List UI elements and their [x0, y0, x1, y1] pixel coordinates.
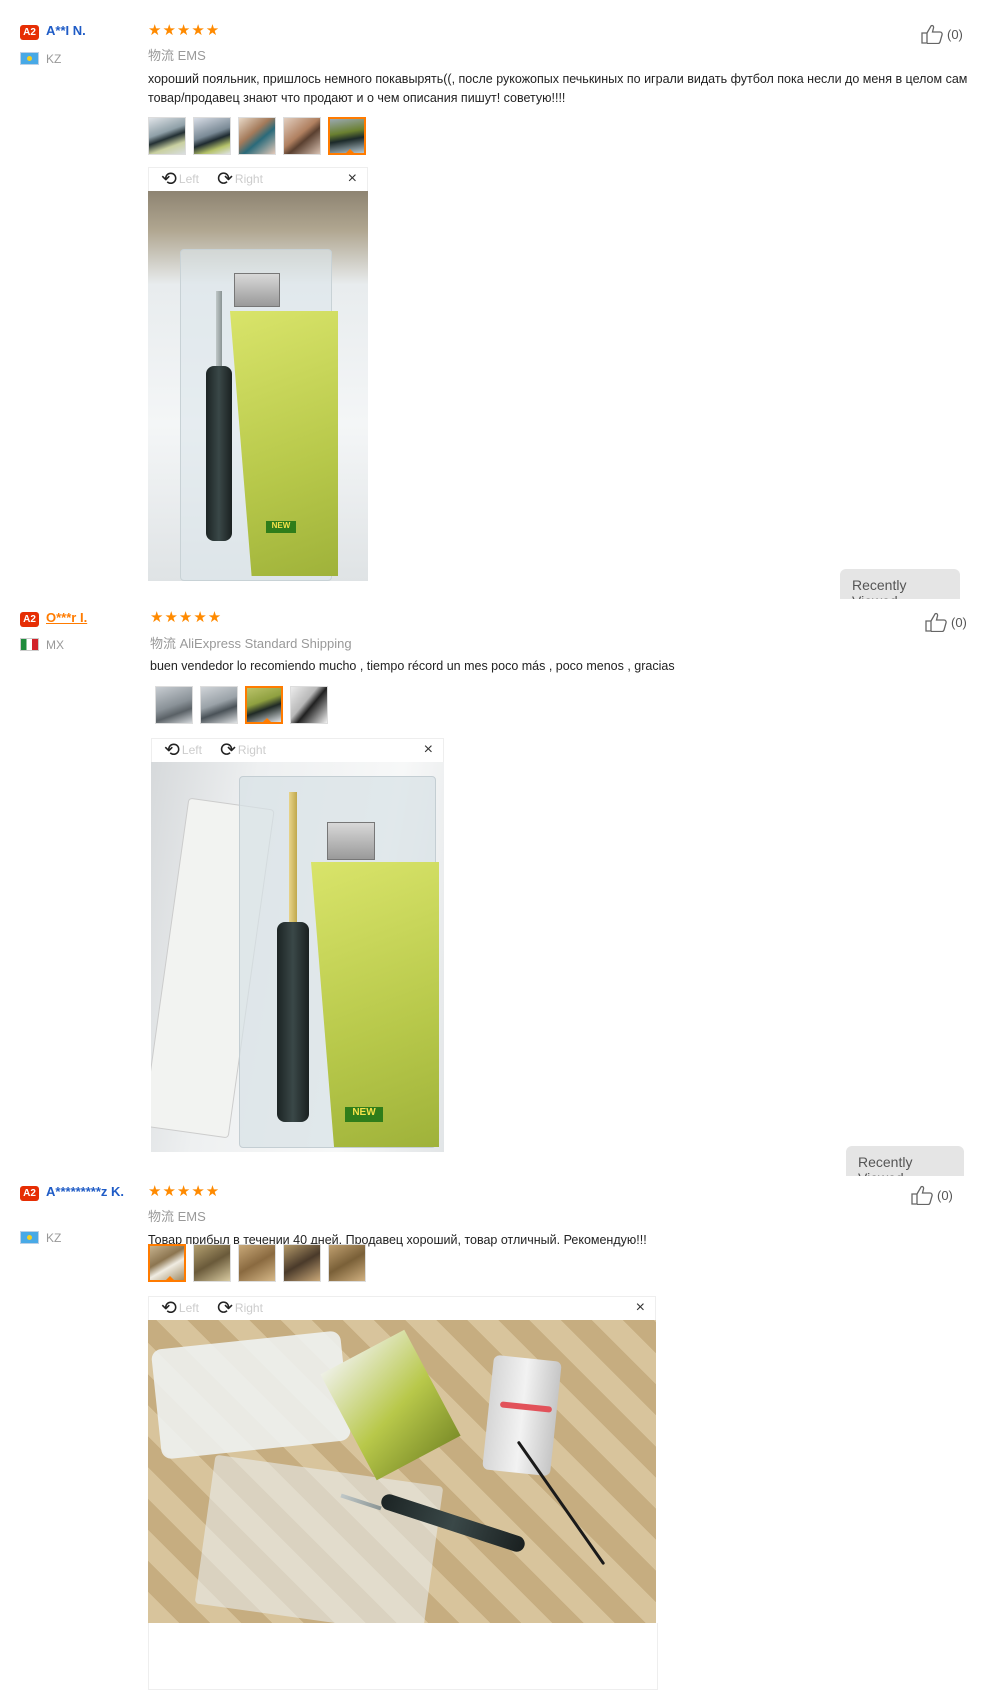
review-photo-thumbnail[interactable]: [148, 117, 186, 155]
photo-viewer-toolbar: ⟲ Left ⟳ Right ×: [151, 738, 444, 762]
rotate-right-button[interactable]: ⟳ Right: [217, 1297, 263, 1319]
iron-tip: [289, 792, 297, 922]
review-photo-thumbnail[interactable]: [200, 686, 238, 724]
new-tag: NEW: [345, 1107, 383, 1122]
rotate-right-label: Right: [237, 743, 266, 757]
rating-stars: ★★★★★: [150, 609, 223, 626]
buyer-level-badge: A2: [20, 612, 39, 627]
thumbs-up-icon: [925, 612, 947, 632]
review-photo-thumbnail[interactable]: [238, 1244, 276, 1282]
review-photo-thumbnail-active[interactable]: [148, 1244, 186, 1282]
rotate-right-icon: ⟳: [220, 739, 236, 761]
helpful-count: (0): [947, 26, 963, 42]
review-thumbnails: [148, 117, 366, 155]
review-item: A2 A**I N. KZ ★★★★★ 物流 EMS хороший пояль…: [0, 0, 1000, 599]
review-photo-thumbnail[interactable]: [283, 117, 321, 155]
shipping-method: 物流 EMS: [148, 1209, 206, 1224]
reviewer-name[interactable]: O***r I.: [46, 610, 87, 625]
close-icon[interactable]: ×: [424, 741, 433, 759]
shipping-method: 物流 EMS: [148, 48, 206, 63]
usb-plug: [327, 822, 375, 860]
review-text: хороший пояльник, пришлось немного покав…: [148, 72, 968, 105]
helpful-button[interactable]: (0): [910, 1185, 953, 1205]
review-text: buen vendedor lo recomiendo mucho , tiem…: [150, 659, 675, 673]
rotate-left-icon: ⟲: [164, 739, 180, 761]
new-tag: NEW: [266, 521, 296, 533]
review-photo-thumbnail-active[interactable]: [245, 686, 283, 724]
reviewer-country: KZ: [46, 1231, 62, 1245]
reviewer-name[interactable]: A**I N.: [46, 23, 86, 38]
thumbs-up-icon: [911, 1185, 933, 1205]
power-bank: [482, 1354, 562, 1477]
rotate-right-label: Right: [234, 1301, 263, 1315]
rotate-left-button[interactable]: ⟲ Left: [161, 168, 199, 190]
rotate-left-button[interactable]: ⟲ Left: [164, 739, 202, 761]
shipping-method: 物流 AliExpress Standard Shipping: [150, 636, 352, 651]
helpful-count: (0): [937, 1187, 953, 1203]
thumbs-up-icon: [921, 24, 943, 44]
rating-stars: ★★★★★: [148, 22, 221, 39]
usb-cable: [516, 1440, 606, 1566]
review-thumbnails: [148, 1244, 366, 1282]
review-photo-thumbnail[interactable]: [290, 686, 328, 724]
photo-viewer: ⟲ Left ⟳ Right × NEW: [148, 167, 368, 581]
review-photo-large: [148, 1320, 656, 1623]
soldering-iron: [206, 366, 232, 541]
review-photo-thumbnail[interactable]: [155, 686, 193, 724]
rotate-right-icon: ⟳: [217, 1297, 233, 1319]
rating-stars: ★★★★★: [148, 1183, 221, 1200]
review-item: A2 A*********z K. KZ ★★★★★ 物流 EMS Товар …: [0, 1168, 1000, 1690]
review-photo-thumbnail[interactable]: [328, 1244, 366, 1282]
country-flag-icon: [20, 1231, 39, 1244]
rotate-left-icon: ⟲: [161, 168, 177, 190]
rotate-left-icon: ⟲: [161, 1297, 177, 1319]
review-photo-large: NEW: [148, 191, 368, 581]
helpful-button[interactable]: (0): [920, 24, 963, 44]
review-item: A2 O***r I. MX ★★★★★ 物流 AliExpress Stand…: [0, 598, 1000, 1176]
rotate-left-label: Left: [178, 1301, 199, 1315]
review-photo-thumbnail[interactable]: [238, 117, 276, 155]
helpful-count: (0): [951, 614, 967, 630]
plastic-wrap: [194, 1454, 444, 1623]
photo-viewer-footer: [148, 1623, 658, 1690]
rotate-right-button[interactable]: ⟳ Right: [217, 168, 263, 190]
review-thumbnails: [155, 686, 328, 724]
review-photo-large: NEW: [151, 762, 444, 1152]
rotate-right-icon: ⟳: [217, 168, 233, 190]
country-flag-icon: [20, 638, 39, 651]
photo-viewer: ⟲ Left ⟳ Right ×: [148, 1296, 656, 1623]
reviewer-name[interactable]: A*********z K.: [46, 1184, 134, 1200]
iron-tip: [216, 291, 222, 366]
close-icon[interactable]: ×: [636, 1299, 645, 1317]
recently-viewed-tab[interactable]: Recently Viewed: [840, 569, 960, 599]
review-photo-thumbnail[interactable]: [283, 1244, 321, 1282]
reviewer-country: KZ: [46, 52, 62, 66]
country-flag-icon: [20, 52, 39, 65]
buyer-level-badge: A2: [20, 1186, 39, 1201]
helpful-button[interactable]: (0): [924, 612, 967, 632]
photo-viewer: ⟲ Left ⟳ Right × NEW: [151, 738, 444, 1152]
rotate-right-button[interactable]: ⟳ Right: [220, 739, 266, 761]
close-icon[interactable]: ×: [348, 170, 357, 188]
photo-viewer-toolbar: ⟲ Left ⟳ Right ×: [148, 1296, 656, 1320]
soldering-iron: [277, 922, 309, 1122]
usb-plug: [234, 273, 280, 307]
rotate-left-button[interactable]: ⟲ Left: [161, 1297, 199, 1319]
buyer-level-badge: A2: [20, 25, 39, 40]
rotate-right-label: Right: [234, 172, 263, 186]
reviewer-country: MX: [46, 638, 64, 652]
review-photo-thumbnail[interactable]: [193, 117, 231, 155]
rotate-left-label: Left: [178, 172, 199, 186]
review-photo-thumbnail[interactable]: [193, 1244, 231, 1282]
photo-viewer-toolbar: ⟲ Left ⟳ Right ×: [148, 167, 368, 191]
review-photo-thumbnail-active[interactable]: [328, 117, 366, 155]
plastic-bag: [150, 1330, 352, 1460]
rotate-left-label: Left: [181, 743, 202, 757]
